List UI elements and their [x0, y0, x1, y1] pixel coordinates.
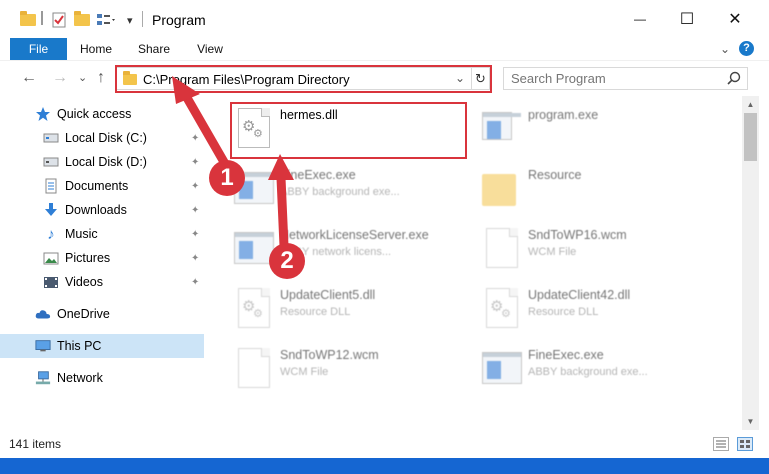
- status-bar: 141 items: [0, 430, 769, 458]
- arrow-1-shaft: [181, 91, 229, 167]
- large-icons-view-icon[interactable]: [737, 437, 753, 451]
- taskbar-strip: [0, 458, 769, 474]
- arrow-2-shaft: [276, 173, 289, 251]
- arrow-2-head: [268, 154, 294, 180]
- item-count: 141 items: [9, 437, 62, 451]
- annotation-arrows: [172, 76, 294, 251]
- details-view-icon[interactable]: [713, 437, 729, 451]
- step-1-badge: 1: [209, 160, 245, 196]
- arrow-1-head: [172, 76, 200, 104]
- step-2-badge: 2: [269, 243, 305, 279]
